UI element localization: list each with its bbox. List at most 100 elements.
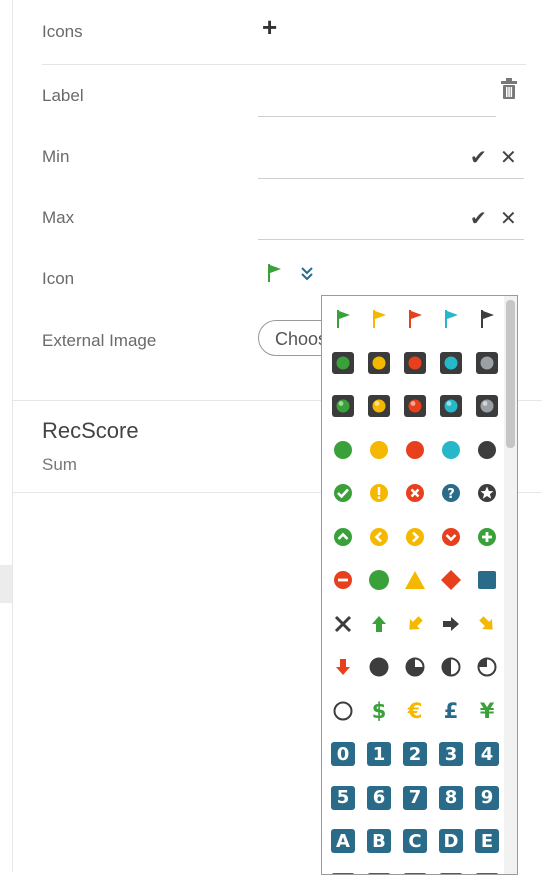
scrollbar[interactable] bbox=[504, 296, 517, 874]
max-input[interactable] bbox=[258, 239, 524, 240]
diamond-red-icon[interactable] bbox=[434, 563, 468, 597]
tile-1-icon[interactable]: 1 bbox=[362, 737, 396, 771]
tile-label: 5 bbox=[331, 786, 355, 810]
chev-left-circle-icon[interactable] bbox=[362, 520, 396, 554]
check-circle-icon[interactable] bbox=[326, 476, 360, 510]
orb-red-icon[interactable] bbox=[398, 389, 432, 423]
tile-c-icon[interactable]: C bbox=[398, 824, 432, 858]
star-circle-icon[interactable] bbox=[470, 476, 504, 510]
tile-6-icon[interactable]: 6 bbox=[362, 781, 396, 815]
arrow-down-red-icon[interactable] bbox=[326, 650, 360, 684]
arrow-downleft-yellow-icon[interactable] bbox=[398, 607, 432, 641]
light-red-icon[interactable] bbox=[398, 346, 432, 380]
arrow-up-green-icon[interactable] bbox=[362, 607, 396, 641]
flag-icon[interactable] bbox=[266, 263, 284, 283]
pie-empty-icon[interactable] bbox=[326, 694, 360, 728]
pie-half-icon[interactable] bbox=[434, 650, 468, 684]
pound-icon[interactable]: £ bbox=[434, 694, 468, 728]
tile-g-icon[interactable]: G bbox=[362, 868, 396, 875]
plus-circle-icon[interactable] bbox=[470, 520, 504, 554]
tile-label: B bbox=[367, 829, 391, 853]
pie-full-icon[interactable] bbox=[362, 650, 396, 684]
x-mark-icon[interactable] bbox=[326, 607, 360, 641]
tile-a-icon[interactable]: A bbox=[326, 824, 360, 858]
tile-label: C bbox=[403, 829, 427, 853]
light-grey-icon[interactable] bbox=[470, 346, 504, 380]
dollar-icon[interactable]: $ bbox=[362, 694, 396, 728]
clear-min-icon[interactable]: ✕ bbox=[500, 148, 517, 168]
chevron-down-icon[interactable] bbox=[300, 266, 314, 282]
tile-8-icon[interactable]: 8 bbox=[434, 781, 468, 815]
tile-7-icon[interactable]: 7 bbox=[398, 781, 432, 815]
light-cyan-icon[interactable] bbox=[434, 346, 468, 380]
dot-cyan-icon[interactable] bbox=[434, 433, 468, 467]
x-circle-icon[interactable] bbox=[398, 476, 432, 510]
icon-picker-dropdown[interactable]: ? $ € £ ¥01234 56789 ABCDE FGHIJ bbox=[321, 295, 518, 875]
orb-grey-icon[interactable] bbox=[470, 389, 504, 423]
orb-yellow-icon[interactable] bbox=[362, 389, 396, 423]
confirm-max-icon[interactable]: ✔ bbox=[470, 209, 487, 229]
tile-label: 4 bbox=[475, 742, 499, 766]
tile-label: 3 bbox=[439, 742, 463, 766]
pound-symbol: £ bbox=[444, 699, 459, 723]
flag-dark-icon[interactable] bbox=[470, 302, 504, 336]
measure-title: RecScore bbox=[42, 418, 139, 444]
minus-circle-red-icon[interactable] bbox=[326, 563, 360, 597]
flag-red-icon[interactable] bbox=[398, 302, 432, 336]
circle-green-icon[interactable] bbox=[362, 563, 396, 597]
question-circle-icon[interactable]: ? bbox=[434, 476, 468, 510]
scrollbar-thumb[interactable] bbox=[506, 300, 515, 448]
orb-cyan-icon[interactable] bbox=[434, 389, 468, 423]
label-label: Label bbox=[42, 86, 84, 106]
dollar-symbol: $ bbox=[372, 699, 387, 723]
light-green-icon[interactable] bbox=[326, 346, 360, 380]
square-teal-icon[interactable] bbox=[470, 563, 504, 597]
svg-text:?: ? bbox=[447, 487, 455, 502]
label-input[interactable] bbox=[258, 116, 496, 117]
panel-left-border bbox=[12, 0, 13, 872]
tile-label: 0 bbox=[331, 742, 355, 766]
arrow-right-dark-icon[interactable] bbox=[434, 607, 468, 641]
measure-aggregation: Sum bbox=[42, 455, 77, 475]
pie-three-quarter-icon[interactable] bbox=[398, 650, 432, 684]
triangle-yellow-icon[interactable] bbox=[398, 563, 432, 597]
chev-right-circle-icon[interactable] bbox=[398, 520, 432, 554]
tile-5-icon[interactable]: 5 bbox=[326, 781, 360, 815]
arrow-downright-yellow-icon[interactable] bbox=[470, 607, 504, 641]
flag-yellow-icon[interactable] bbox=[362, 302, 396, 336]
dot-dark-icon[interactable] bbox=[470, 433, 504, 467]
min-input[interactable] bbox=[258, 178, 524, 179]
yen-icon[interactable]: ¥ bbox=[470, 694, 504, 728]
tile-label: A bbox=[331, 829, 355, 853]
tile-i-icon[interactable]: I bbox=[434, 868, 468, 875]
tile-d-icon[interactable]: D bbox=[434, 824, 468, 858]
tile-f-icon[interactable]: F bbox=[326, 868, 360, 875]
light-yellow-icon[interactable] bbox=[362, 346, 396, 380]
pie-quarter-icon[interactable] bbox=[470, 650, 504, 684]
tile-j-icon[interactable]: J bbox=[470, 868, 504, 875]
dot-yellow-icon[interactable] bbox=[362, 433, 396, 467]
tile-e-icon[interactable]: E bbox=[470, 824, 504, 858]
tile-9-icon[interactable]: 9 bbox=[470, 781, 504, 815]
euro-icon[interactable]: € bbox=[398, 694, 432, 728]
tile-2-icon[interactable]: 2 bbox=[398, 737, 432, 771]
exclaim-circle-icon[interactable] bbox=[362, 476, 396, 510]
icons-label: Icons bbox=[42, 22, 83, 42]
tile-h-icon[interactable]: H bbox=[398, 868, 432, 875]
orb-green-icon[interactable] bbox=[326, 389, 360, 423]
flag-cyan-icon[interactable] bbox=[434, 302, 468, 336]
clear-max-icon[interactable]: ✕ bbox=[500, 209, 517, 229]
trash-icon[interactable] bbox=[500, 78, 518, 100]
collapse-handle[interactable] bbox=[0, 565, 12, 603]
tile-b-icon[interactable]: B bbox=[362, 824, 396, 858]
tile-3-icon[interactable]: 3 bbox=[434, 737, 468, 771]
chev-down-circle-icon[interactable] bbox=[434, 520, 468, 554]
tile-4-icon[interactable]: 4 bbox=[470, 737, 504, 771]
flag-green-icon[interactable] bbox=[326, 302, 360, 336]
dot-green-icon[interactable] bbox=[326, 433, 360, 467]
add-icon[interactable]: + bbox=[262, 14, 277, 40]
tile-0-icon[interactable]: 0 bbox=[326, 737, 360, 771]
confirm-min-icon[interactable]: ✔ bbox=[470, 148, 487, 168]
dot-red-icon[interactable] bbox=[398, 433, 432, 467]
chev-up-circle-icon[interactable] bbox=[326, 520, 360, 554]
